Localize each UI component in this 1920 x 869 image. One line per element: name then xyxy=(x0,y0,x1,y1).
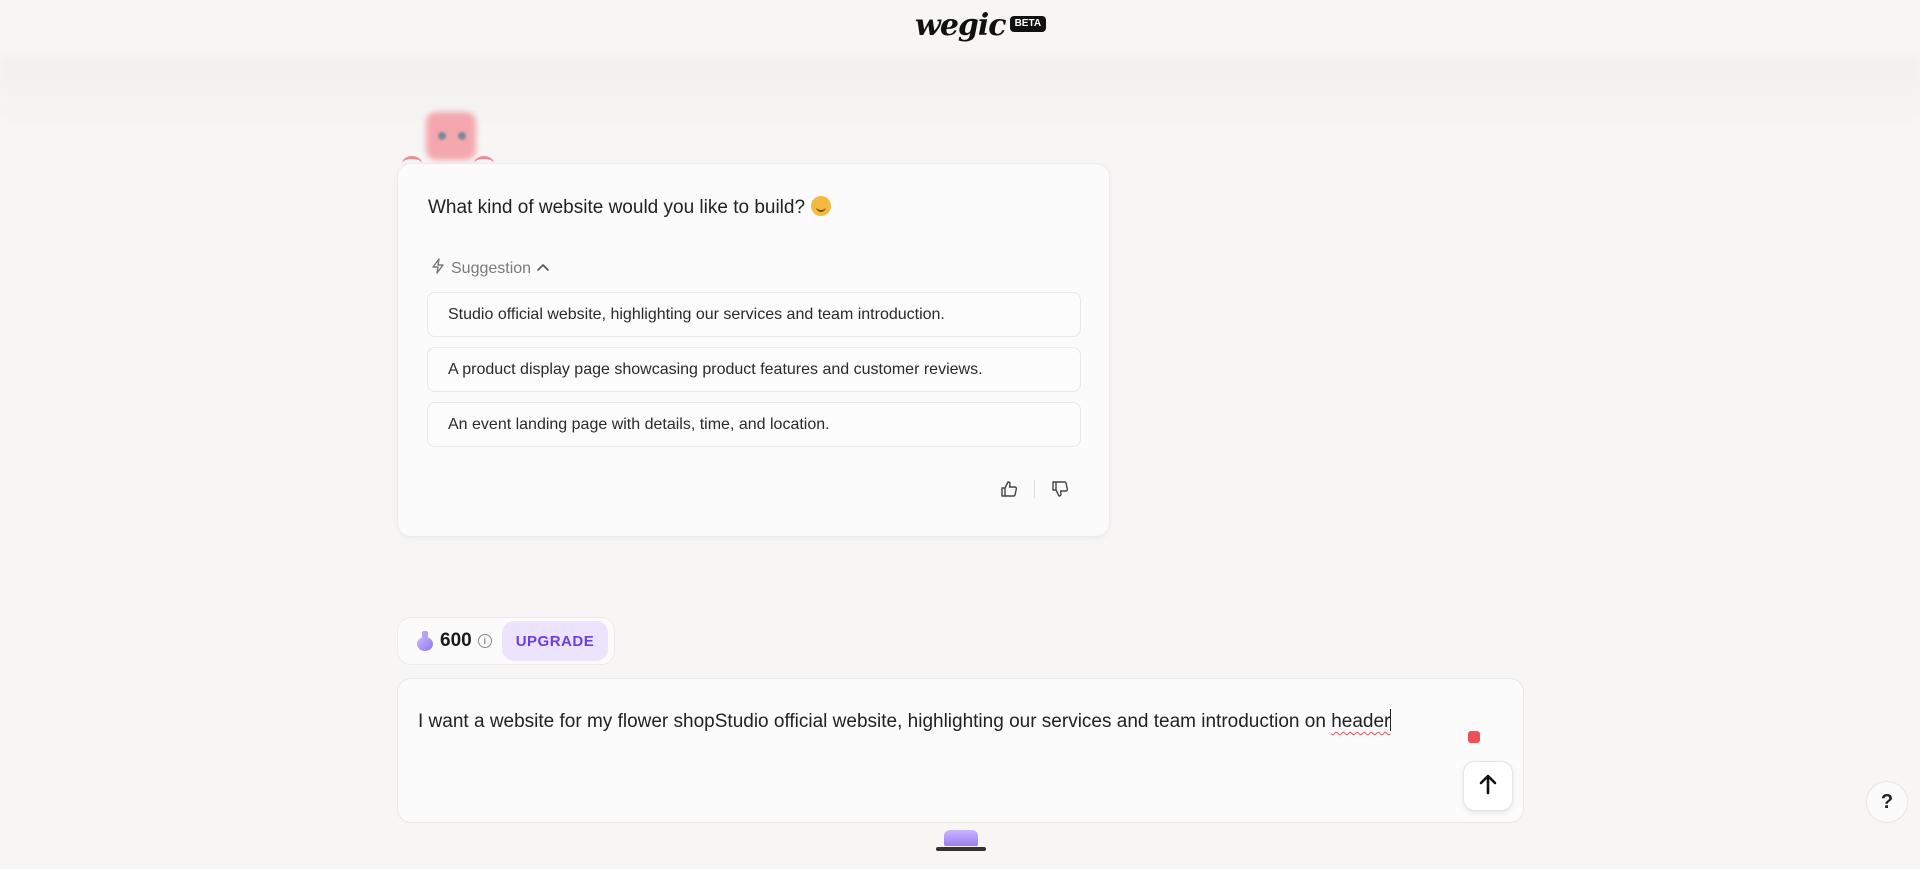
suggestion-toggle[interactable]: Suggestion xyxy=(431,258,549,279)
beta-badge: BETA xyxy=(1009,16,1047,32)
smile-emoji-icon xyxy=(811,196,832,216)
feedback-bar xyxy=(998,478,1071,500)
credit-count: 600 xyxy=(440,630,472,651)
thumbs-down-icon[interactable] xyxy=(1049,478,1071,500)
arrow-up-icon xyxy=(1478,773,1498,800)
drawer-handle[interactable] xyxy=(936,830,988,854)
drawer-handle-base xyxy=(936,847,986,851)
potion-icon xyxy=(416,631,434,651)
prompt-input-text[interactable]: I want a website for my flower shopStudi… xyxy=(418,709,1438,733)
recording-indicator xyxy=(1468,731,1480,743)
info-icon[interactable]: i xyxy=(477,634,492,648)
drawer-handle-top xyxy=(944,830,978,846)
credits-pill: 600 i UPGRADE xyxy=(397,617,616,665)
prompt-input[interactable]: I want a website for my flower shopStudi… xyxy=(397,678,1524,823)
header-haze xyxy=(0,58,1920,128)
question-text: What kind of website would you like to b… xyxy=(428,197,806,218)
suggestion-label: Suggestion xyxy=(451,259,532,277)
suggestion-item[interactable]: Studio official website, highlighting ou… xyxy=(427,292,1081,337)
text-caret xyxy=(1390,709,1392,731)
thumbs-up-icon[interactable] xyxy=(998,478,1020,500)
prompt-text: I want a website for my flower shopStudi… xyxy=(418,711,1332,732)
suggestion-list: Studio official website, highlighting ou… xyxy=(427,292,1081,457)
assistant-message-card: What kind of website would you like to b… xyxy=(397,163,1110,537)
mascot-eye-left xyxy=(438,132,446,140)
misspelled-word: header xyxy=(1331,711,1391,732)
chevron-up-icon xyxy=(537,260,549,278)
lightning-icon xyxy=(431,258,445,279)
send-button[interactable] xyxy=(1463,761,1513,811)
mascot-eye-right xyxy=(458,132,466,140)
wegic-logo[interactable]: wegic BETA xyxy=(915,8,1047,44)
page: wegic BETA What kind of website would yo… xyxy=(0,0,1920,869)
suggestion-item[interactable]: An event landing page with details, time… xyxy=(427,402,1081,447)
upgrade-button[interactable]: UPGRADE xyxy=(501,621,609,661)
logo-wordmark: wegic xyxy=(915,8,1007,43)
assistant-question: What kind of website would you like to b… xyxy=(428,196,832,219)
feedback-divider xyxy=(1034,480,1035,498)
help-button[interactable]: ? xyxy=(1866,781,1908,823)
suggestion-item[interactable]: A product display page showcasing produc… xyxy=(427,347,1081,392)
mascot-body xyxy=(426,112,476,160)
